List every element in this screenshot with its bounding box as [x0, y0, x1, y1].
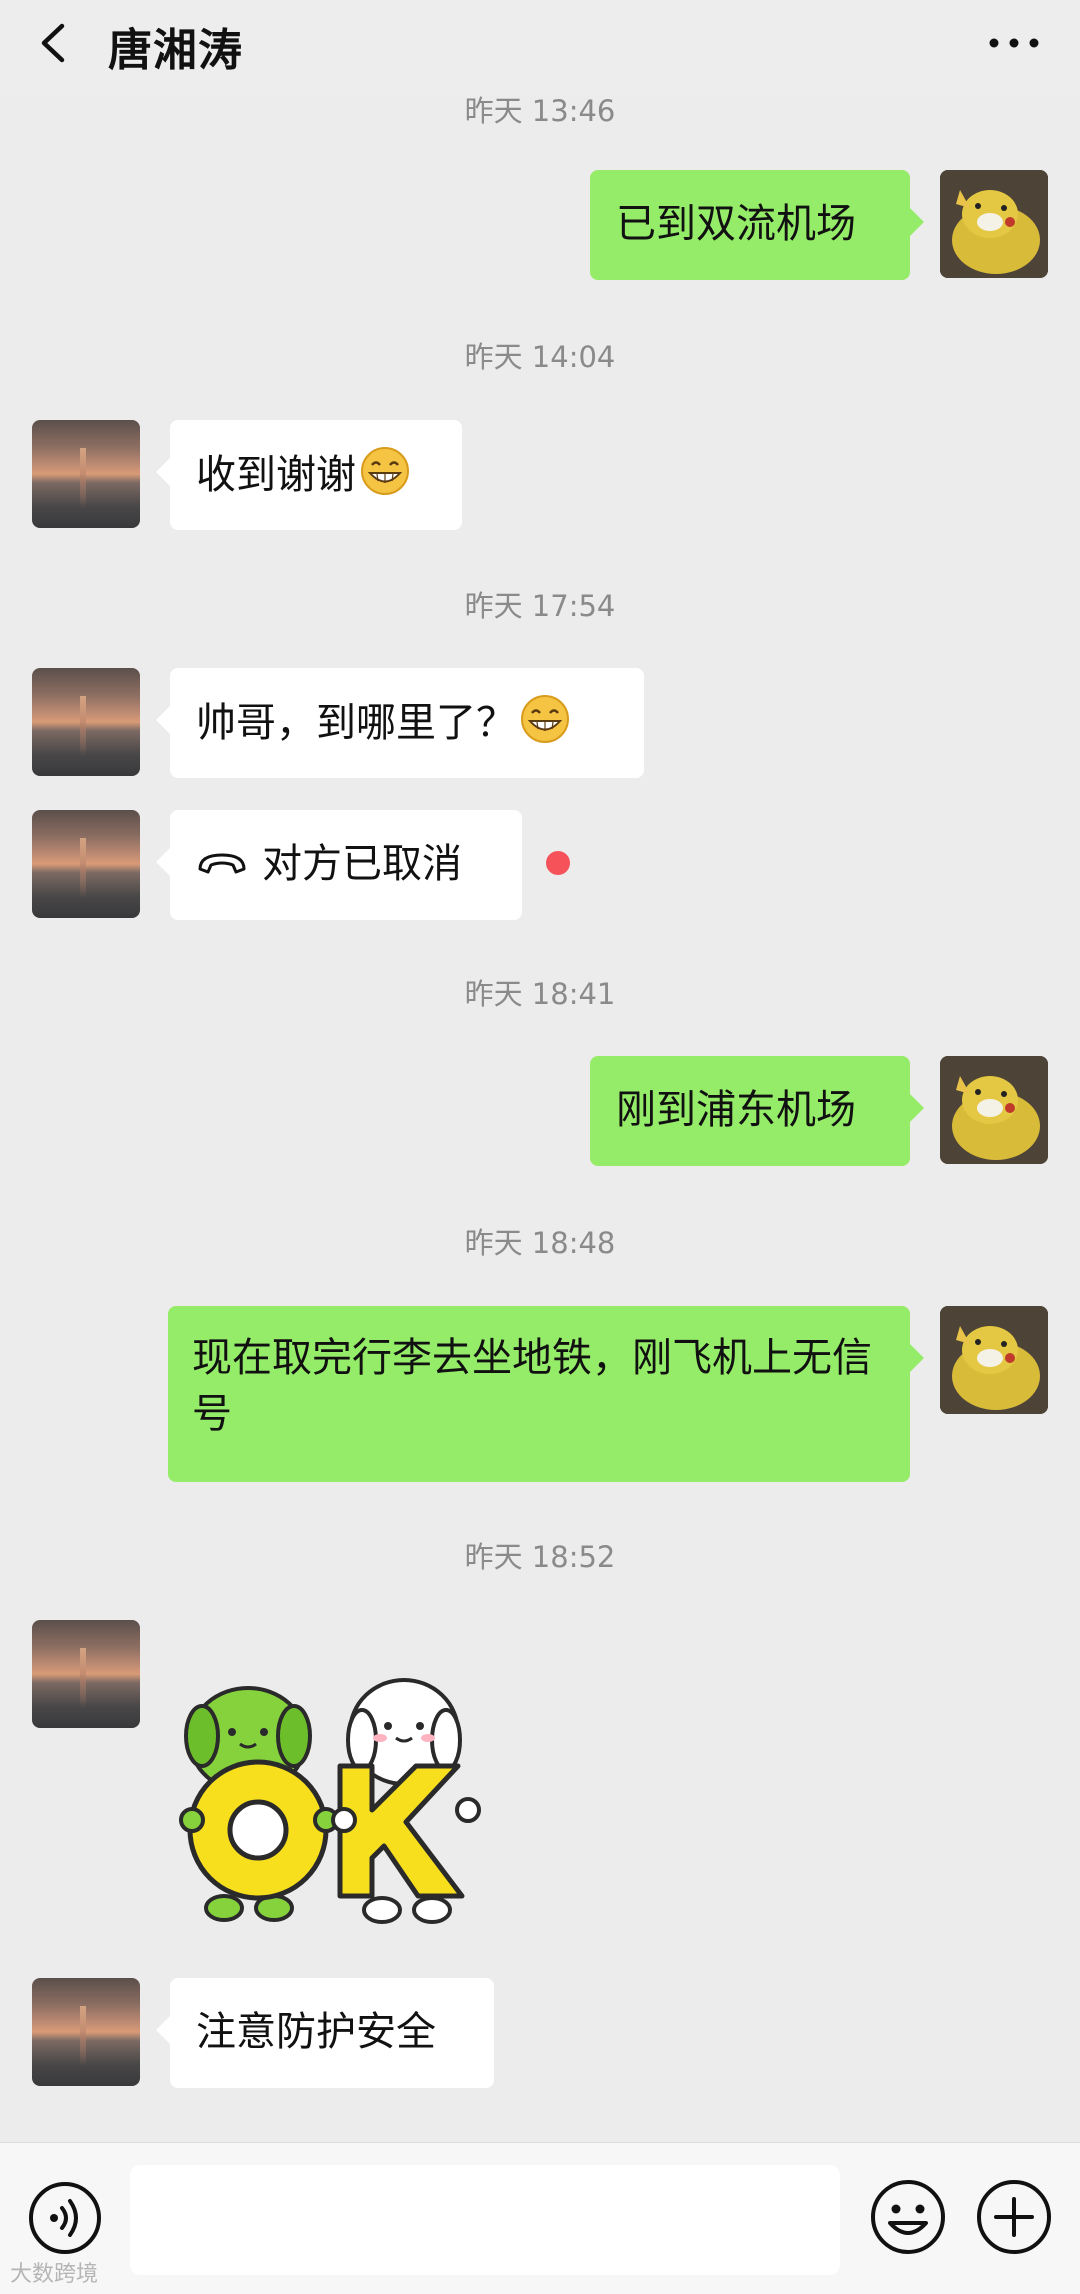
message-text: 已到双流机场 [616, 201, 856, 247]
contact-avatar[interactable] [32, 1978, 140, 2086]
more-features-plus-icon[interactable] [974, 2177, 1054, 2257]
more-options-icon[interactable] [984, 28, 1044, 58]
contact-avatar[interactable] [32, 668, 140, 776]
my-avatar[interactable] [940, 170, 1048, 278]
message-bubble-outgoing[interactable]: 刚到浦东机场 [590, 1056, 924, 1166]
emoji-picker-icon[interactable] [868, 2177, 948, 2257]
unread-dot [546, 851, 570, 875]
timestamp: 昨天 18:52 [464, 1540, 616, 1574]
chat-title: 唐湘涛 [108, 25, 243, 76]
timestamp: 昨天 18:41 [464, 977, 616, 1011]
message-text: 刚到浦东机场 [616, 1087, 856, 1133]
message-bubble-outgoing[interactable]: 已到双流机场 [590, 170, 924, 280]
chat-header: 唐湘涛 [0, 0, 1080, 95]
grin-emoji-icon [361, 447, 409, 495]
my-avatar[interactable] [940, 1056, 1048, 1164]
timestamp: 昨天 14:04 [464, 340, 616, 374]
call-cancelled-icon [198, 853, 246, 874]
message-bubble-outgoing[interactable]: 现在取完行李去坐地铁，刚飞机上无信号 [168, 1306, 924, 1482]
contact-avatar[interactable] [32, 810, 140, 918]
message-text: 收到谢谢 [196, 452, 356, 498]
watermark: 大数跨境 [10, 2262, 99, 2287]
timestamp: 昨天 18:48 [464, 1226, 616, 1260]
input-bar [0, 2142, 1080, 2294]
message-text: 帅哥，到哪里了？ [196, 700, 516, 746]
back-arrow-icon[interactable] [30, 18, 80, 68]
contact-avatar[interactable] [32, 420, 140, 528]
message-text: 对方已取消 [262, 841, 462, 887]
message-input[interactable] [130, 2165, 840, 2275]
my-avatar[interactable] [940, 1306, 1048, 1414]
message-bubble-incoming[interactable]: 注意防护安全 [156, 1978, 494, 2088]
grin-emoji-icon [521, 695, 569, 743]
timestamp: 昨天 17:54 [464, 589, 616, 623]
message-bubble-incoming[interactable]: 帅哥，到哪里了？ [156, 668, 644, 778]
message-bubble-incoming[interactable]: 收到谢谢 [156, 420, 462, 530]
voice-input-icon[interactable] [26, 2179, 104, 2257]
call-message-bubble[interactable]: 对方已取消 [156, 810, 522, 920]
contact-avatar[interactable] [32, 1620, 140, 1728]
message-text: 注意防护安全 [196, 2009, 436, 2055]
message-text: 现在取完行李去坐地铁，刚飞机上无信号 [192, 1335, 872, 1437]
ok-sticker[interactable] [176, 1670, 486, 1930]
